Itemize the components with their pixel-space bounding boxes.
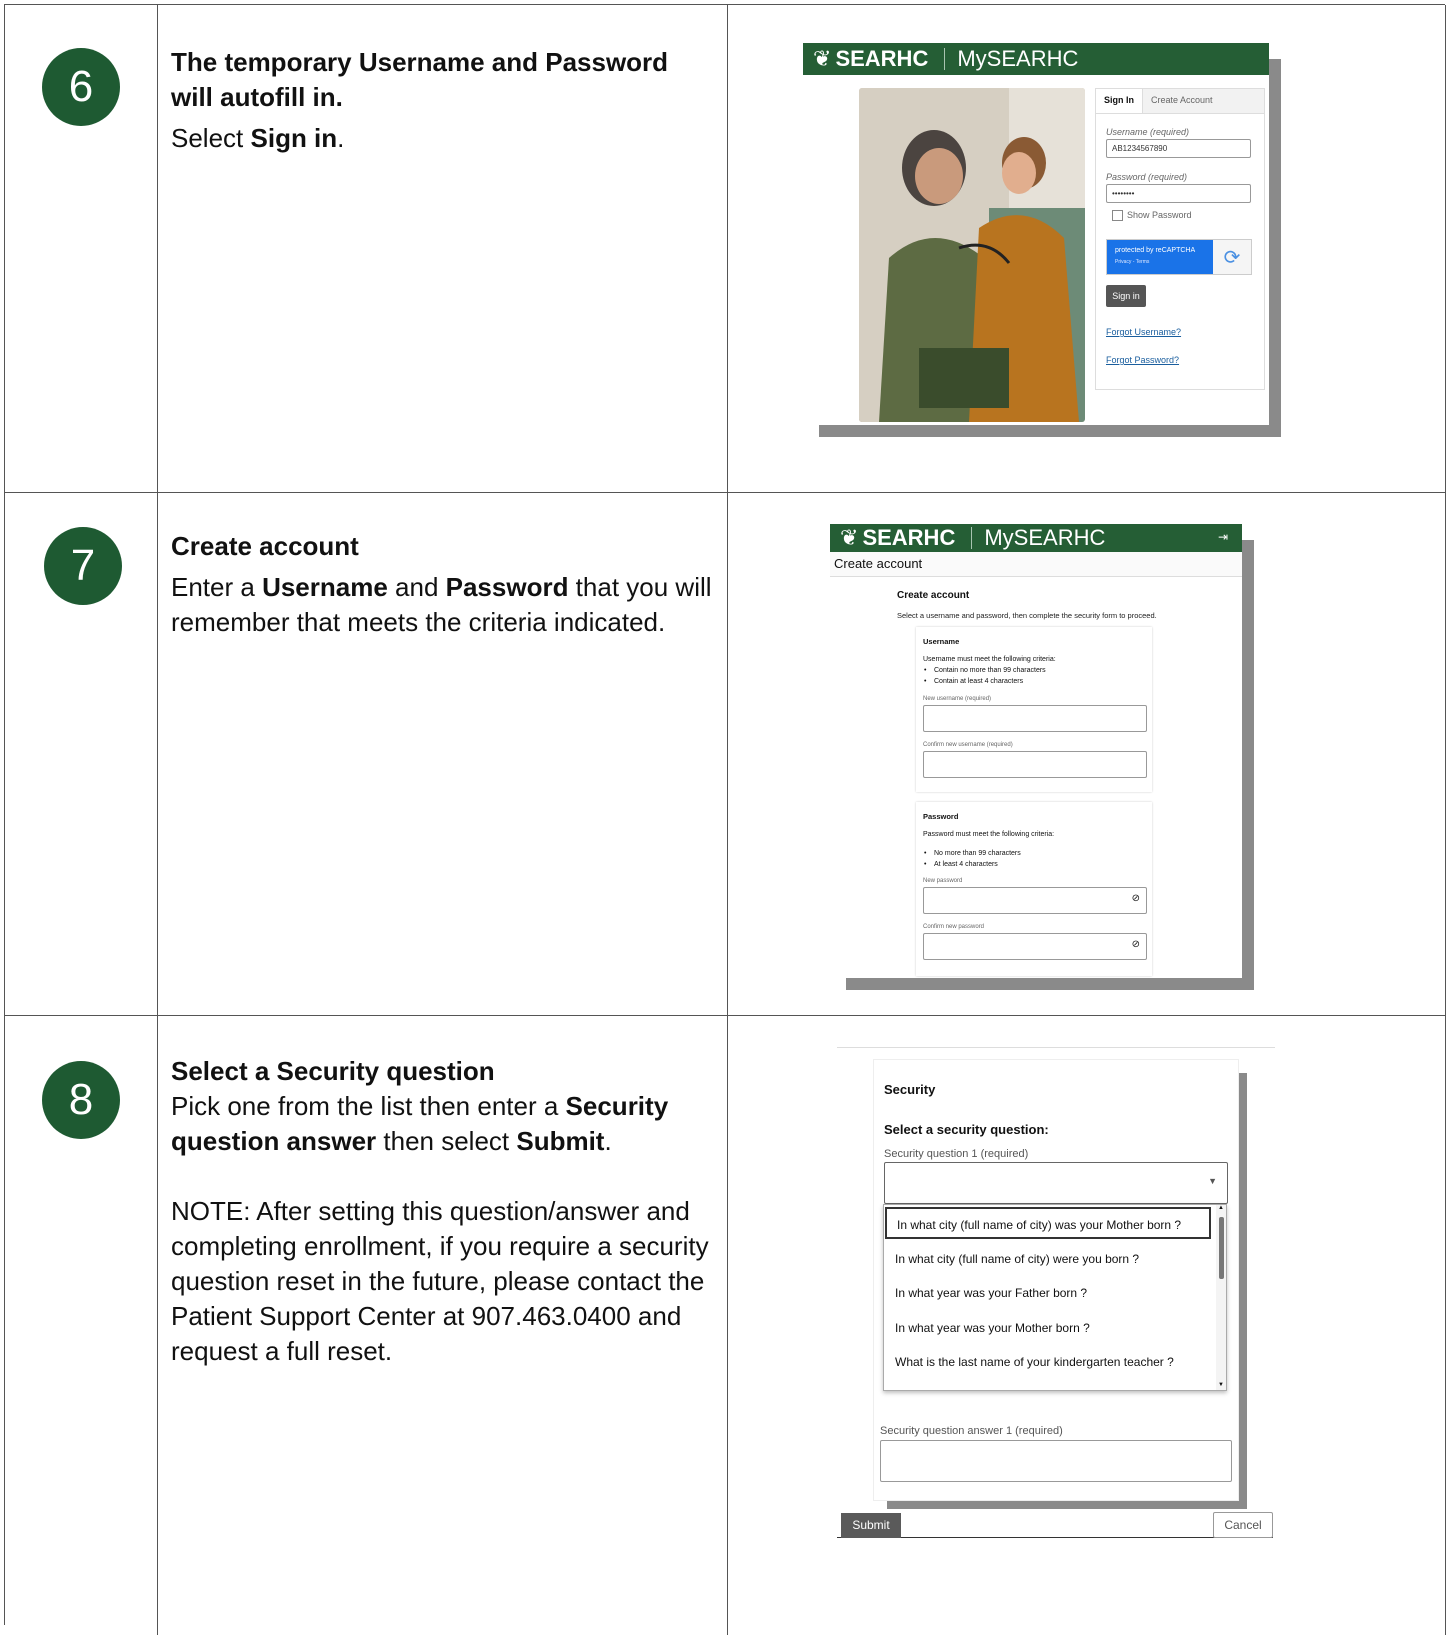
app-header: ❦ SEARHC MySEARHC ⇥: [830, 524, 1242, 552]
username-label: Username (required): [1106, 127, 1190, 137]
password-heading: Password: [923, 812, 959, 821]
step-number-badge: 6: [42, 48, 120, 126]
answer-label: Security question answer 1 (required): [880, 1425, 1063, 1437]
password-input[interactable]: ••••••••: [1106, 184, 1251, 203]
question-dropdown-list[interactable]: In what city (full name of city) was you…: [883, 1204, 1227, 1391]
app-name: MySEARHC: [984, 525, 1106, 550]
scroll-up-icon[interactable]: ▲: [1218, 1205, 1224, 1211]
step-row-6: 6 The temporary Username and Password wi…: [5, 5, 1446, 493]
password-rule: No more than 99 characters: [934, 850, 1021, 857]
question-option[interactable]: What is your Father's middle name ?: [895, 1379, 1090, 1390]
username-rule: Contain at least 4 characters: [934, 678, 1024, 685]
step-instructions: The temporary Username and Password will…: [171, 45, 716, 156]
cancel-button[interactable]: Cancel: [1213, 1512, 1273, 1538]
password-rule: At least 4 characters: [934, 861, 998, 868]
step-number-badge: 8: [42, 1061, 120, 1139]
scroll-down-icon[interactable]: ▼: [1218, 1382, 1224, 1388]
step-instructions: Select a Security question Pick one from…: [171, 1054, 716, 1369]
eye-slash-icon[interactable]: ⊘: [1132, 893, 1140, 904]
create-account-intro: Select a username and password, then com…: [897, 611, 1157, 620]
recaptcha-icon: ⟳: [1213, 240, 1251, 274]
logout-icon[interactable]: ⇥: [1218, 530, 1228, 544]
question-option[interactable]: In what city (full name of city) were yo…: [895, 1243, 1139, 1275]
step-instructions: Create account Enter a Username and Pass…: [171, 531, 712, 637]
username-rule: Contain no more than 99 characters: [934, 667, 1046, 674]
password-criteria: Password must meet the following criteri…: [923, 831, 1055, 838]
question-label: Security question 1 (required): [884, 1148, 1029, 1160]
signin-panel: Sign In Create Account Username (require…: [1095, 88, 1265, 390]
password-card: Password Password must meet the followin…: [916, 802, 1152, 976]
leaf-icon: ❦: [813, 46, 832, 71]
instruction-table: 6 The temporary Username and Password wi…: [4, 4, 1446, 1635]
username-input[interactable]: AB1234567890: [1106, 139, 1251, 158]
leaf-icon: ❦: [840, 525, 859, 550]
step-row-8: 8 Select a Security question Pick one fr…: [5, 1015, 1446, 1635]
step-note: NOTE: After setting this question/answer…: [171, 1196, 709, 1366]
scrollbar-thumb[interactable]: [1219, 1217, 1224, 1279]
step-row-7: 7 Create account Enter a Username and Pa…: [5, 492, 1446, 1016]
question-option[interactable]: In what year was your Mother born ?: [895, 1312, 1090, 1344]
question-option[interactable]: In what city (full name of city) was you…: [885, 1207, 1211, 1239]
show-password-label: Show Password: [1127, 210, 1192, 220]
app-name: MySEARHC: [957, 46, 1079, 71]
signin-button[interactable]: Sign in: [1106, 285, 1146, 307]
show-password-checkbox[interactable]: [1112, 210, 1123, 221]
username-heading: Username: [923, 637, 960, 646]
new-username-input[interactable]: [923, 705, 1147, 732]
security-title: Security: [884, 1082, 936, 1097]
answer-input[interactable]: [880, 1440, 1232, 1482]
instruction-bold: Sign in: [250, 123, 338, 153]
create-account-bar: Create account: [830, 552, 1242, 577]
step-heading: Select a Security question: [171, 1056, 495, 1086]
question-option[interactable]: What is the last name of your kindergart…: [895, 1346, 1174, 1378]
submit-button[interactable]: Submit: [841, 1513, 901, 1538]
top-rule: [837, 1047, 1275, 1048]
footer-rule: [837, 1537, 1273, 1538]
confirm-password-label: Confirm new password: [923, 924, 985, 930]
eye-slash-icon[interactable]: ⊘: [1132, 939, 1140, 950]
bullet-icon: •: [924, 678, 927, 685]
create-account-screenshot: ❦ SEARHC MySEARHC ⇥ Create account Create…: [830, 524, 1242, 978]
forgot-password-link[interactable]: Forgot Password?: [1106, 355, 1179, 365]
step-number-badge: 7: [44, 527, 122, 605]
searhc-logo: ❦ SEARHC: [813, 46, 929, 71]
instruction-text: Select: [171, 123, 251, 153]
new-password-input[interactable]: ⊘: [923, 887, 1147, 914]
searhc-logo: ❦ SEARHC: [840, 525, 956, 550]
tab-create-account[interactable]: Create Account: [1143, 89, 1264, 113]
confirm-username-input[interactable]: [923, 751, 1147, 778]
instruction-text: .: [337, 123, 345, 153]
username-card: Username Username must meet the followin…: [916, 627, 1152, 792]
recaptcha-text: protected by reCAPTCHA: [1115, 247, 1196, 254]
recaptcha-badge[interactable]: protected by reCAPTCHA Privacy - Terms ⟳: [1106, 239, 1252, 275]
clinician-patient-photo: [859, 88, 1085, 422]
signin-screenshot: ❦ SEARHC MySEARHC Sign In Create Account…: [803, 43, 1269, 425]
question-option[interactable]: In what year was your Father born ?: [895, 1277, 1087, 1309]
bullet-icon: •: [924, 667, 927, 674]
create-account-title: Create account: [897, 590, 970, 601]
dropdown-scrollbar[interactable]: ▲ ▼: [1216, 1205, 1226, 1390]
new-password-label: New password: [923, 878, 963, 884]
step-heading: Create account: [171, 531, 359, 561]
recaptcha-links: Privacy - Terms: [1115, 259, 1150, 265]
confirm-password-input[interactable]: ⊘: [923, 933, 1147, 960]
new-username-label: New username (required): [923, 696, 992, 702]
password-label: Password (required): [1106, 172, 1188, 182]
photo-illustration: [859, 88, 1085, 422]
bullet-icon: •: [924, 850, 927, 857]
bullet-icon: •: [924, 861, 927, 868]
security-screenshot: Security Select a security question: Sec…: [837, 1047, 1277, 1545]
username-criteria: Username must meet the following criteri…: [923, 656, 1056, 663]
app-header: ❦ SEARHC MySEARHC: [803, 43, 1269, 75]
caret-down-icon: ▼: [1208, 1176, 1217, 1186]
select-question-label: Select a security question:: [884, 1122, 1049, 1137]
confirm-username-label: Confirm new username (required): [923, 742, 1013, 748]
step-heading: The temporary Username and Password will…: [171, 47, 669, 112]
tab-signin[interactable]: Sign In: [1096, 89, 1143, 113]
security-question-select[interactable]: ▼: [884, 1162, 1228, 1204]
forgot-username-link[interactable]: Forgot Username?: [1106, 327, 1181, 337]
